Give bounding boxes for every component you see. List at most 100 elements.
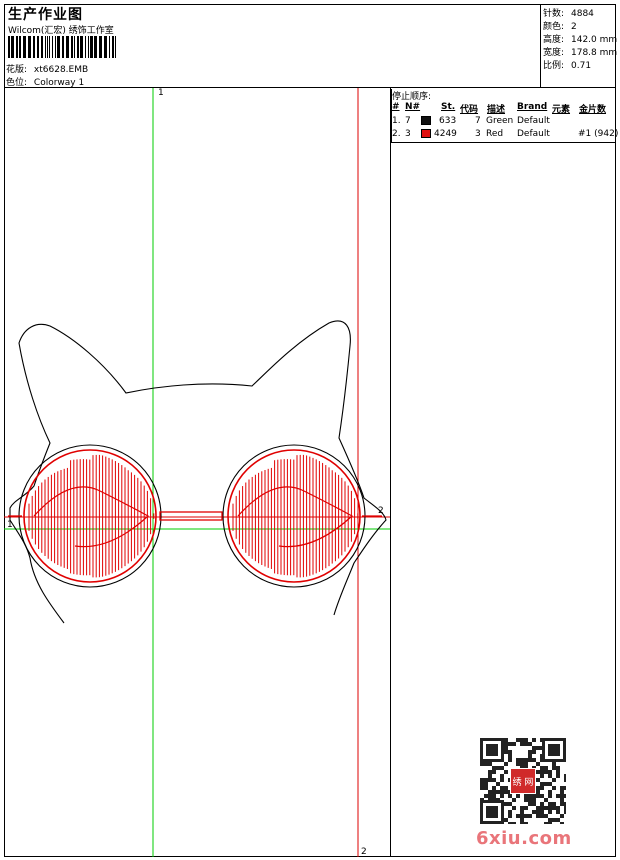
qr-cell bbox=[504, 786, 508, 790]
qr-cell bbox=[496, 766, 500, 770]
barcode-bar bbox=[115, 36, 116, 58]
qr-cell bbox=[508, 742, 512, 746]
qr-cell bbox=[508, 750, 512, 754]
qr-cell bbox=[560, 802, 564, 806]
qr-cell bbox=[524, 798, 528, 802]
qr-cell bbox=[524, 822, 528, 824]
qr-cell bbox=[540, 802, 544, 806]
qr-cell bbox=[540, 782, 544, 786]
qr-cell bbox=[480, 778, 484, 782]
stat-height: 高度: 142.0 mm bbox=[543, 32, 617, 45]
qr-cell bbox=[492, 790, 496, 794]
qr-cell bbox=[520, 822, 524, 824]
qr-cell bbox=[528, 794, 532, 798]
qr-cell bbox=[508, 802, 512, 806]
qr-cell bbox=[520, 806, 524, 810]
barcode-bar bbox=[23, 36, 26, 58]
barcode-bar bbox=[99, 36, 102, 58]
qr-cell bbox=[532, 798, 536, 802]
barcode-bar bbox=[57, 36, 60, 58]
qr-cell bbox=[548, 770, 552, 774]
qr-cell bbox=[488, 762, 492, 766]
qr-cell bbox=[528, 750, 532, 754]
qr-cell bbox=[492, 770, 496, 774]
qr-cell bbox=[524, 758, 528, 762]
qr-cell bbox=[504, 770, 508, 774]
qr-cell bbox=[496, 790, 500, 794]
stat-label: 针数: bbox=[543, 9, 565, 19]
qr-cell bbox=[504, 818, 508, 822]
qr-cell bbox=[496, 782, 500, 786]
qr-cell bbox=[508, 814, 512, 818]
glasses-bridge bbox=[159, 511, 223, 521]
qr-cell bbox=[492, 766, 496, 770]
qr-cell bbox=[504, 790, 508, 794]
qr-cell bbox=[520, 814, 524, 818]
barcode-bar bbox=[80, 36, 83, 58]
qr-cell bbox=[500, 766, 504, 770]
barcode-bar bbox=[88, 36, 89, 58]
guide-label-v2: 2 bbox=[361, 847, 367, 857]
qr-cell bbox=[488, 774, 492, 778]
barcode-bar bbox=[41, 36, 43, 58]
qr-cell bbox=[488, 790, 492, 794]
qr-code-icon: 绣 网 bbox=[480, 738, 566, 824]
design-file: xt6628.EMB bbox=[33, 65, 89, 75]
qr-cell bbox=[536, 762, 540, 766]
qr-cell bbox=[552, 766, 556, 770]
qr-cell bbox=[500, 778, 504, 782]
row2-stitches: 4249 bbox=[434, 129, 457, 139]
qr-cell bbox=[540, 806, 544, 810]
row1-brand: Default bbox=[517, 116, 550, 126]
qr-cell bbox=[556, 774, 560, 778]
barcode-bar bbox=[8, 36, 10, 58]
stat-colors: 颜色: 2 bbox=[543, 19, 577, 32]
barcode-bar bbox=[112, 36, 114, 58]
qr-cell bbox=[512, 798, 516, 802]
qr-cell bbox=[504, 742, 508, 746]
qr-cell bbox=[500, 774, 504, 778]
barcode-bar bbox=[66, 36, 69, 58]
right-lens-fill-stitches bbox=[232, 454, 359, 578]
qr-cell bbox=[540, 814, 544, 818]
qr-cell bbox=[508, 822, 512, 824]
qr-cell bbox=[536, 790, 540, 794]
qr-cell bbox=[484, 786, 488, 790]
qr-cell bbox=[556, 810, 560, 814]
qr-cell bbox=[508, 794, 512, 798]
qr-cell bbox=[488, 770, 492, 774]
barcode-bar bbox=[62, 36, 64, 58]
col-header-num: # bbox=[392, 102, 400, 112]
qr-cell bbox=[540, 786, 544, 790]
qr-cell bbox=[548, 822, 552, 824]
qr-cell bbox=[484, 762, 488, 766]
qr-cell bbox=[532, 802, 536, 806]
qr-cell bbox=[516, 794, 520, 798]
qr-cell bbox=[556, 794, 560, 798]
col-header-needle: N# bbox=[405, 102, 421, 112]
qr-cell bbox=[504, 762, 508, 766]
qr-cell bbox=[544, 814, 548, 818]
qr-cell bbox=[540, 794, 544, 798]
barcode-bar bbox=[77, 36, 79, 58]
qr-cell bbox=[532, 738, 536, 742]
qr-cell bbox=[544, 782, 548, 786]
row1-stitches: 633 bbox=[439, 116, 457, 126]
qr-cell bbox=[516, 762, 520, 766]
qr-cell bbox=[504, 738, 508, 742]
barcode-bar bbox=[85, 36, 86, 58]
row1-color-swatch bbox=[421, 116, 431, 125]
qr-cell bbox=[520, 742, 524, 746]
qr-cell bbox=[504, 746, 508, 750]
stat-label: 颜色: bbox=[543, 22, 565, 32]
qr-cell bbox=[508, 754, 512, 758]
barcode-bar bbox=[55, 36, 56, 58]
qr-cell bbox=[528, 754, 532, 758]
qr-cell bbox=[544, 822, 548, 824]
qr-cell bbox=[520, 758, 524, 762]
barcode-bar bbox=[104, 36, 107, 58]
qr-cell bbox=[528, 798, 532, 802]
qr-cell bbox=[536, 786, 540, 790]
qr-cell bbox=[556, 818, 560, 822]
qr-cell bbox=[548, 802, 552, 806]
